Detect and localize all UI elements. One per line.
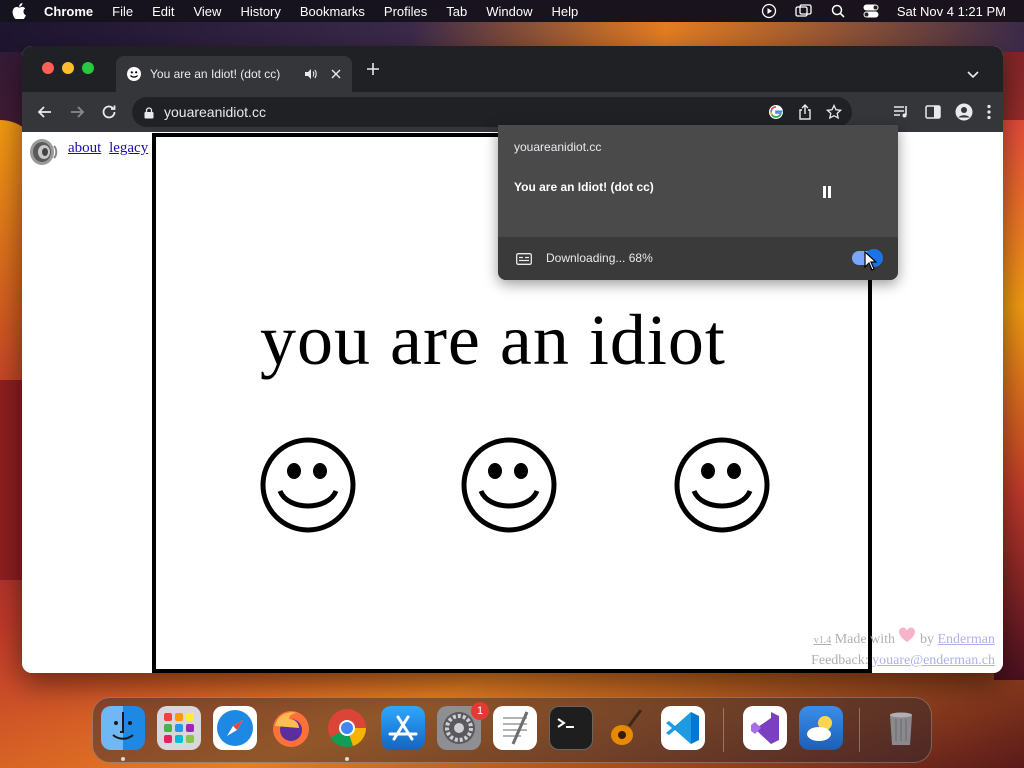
tab-strip: You are an Idiot! (dot cc) [22, 46, 1003, 92]
credits: v1.4 Made with by Enderman Feedback: you… [811, 627, 995, 671]
app-store-icon[interactable] [381, 706, 425, 750]
media-origin: youareanidiot.cc [514, 140, 602, 154]
chrome-icon[interactable] [325, 706, 369, 750]
menu-edit[interactable]: Edit [152, 4, 174, 19]
control-center-icon[interactable] [863, 4, 879, 18]
launchpad-icon[interactable] [157, 706, 201, 750]
made-with-text: Made with [834, 632, 895, 647]
smiley-favicon-icon [126, 66, 142, 82]
dock: 1 [92, 697, 932, 763]
firefox-icon[interactable] [269, 706, 313, 750]
back-arrow-icon[interactable] [36, 103, 54, 121]
menu-view[interactable]: View [193, 4, 221, 19]
tab-title: You are an Idiot! (dot cc) [150, 67, 281, 81]
media-popup-footer: Downloading... 68% [498, 237, 898, 280]
lock-icon[interactable] [144, 106, 154, 119]
feedback-email-link[interactable]: youare@enderman.ch [872, 653, 995, 668]
legacy-link[interactable]: legacy [109, 140, 148, 156]
media-controls-popup: youareanidiot.cc You are an Idiot! (dot … [498, 125, 898, 280]
dock-separator [859, 708, 860, 752]
reload-icon[interactable] [100, 103, 118, 121]
chrome-running-indicator [345, 757, 349, 761]
audio-playing-icon[interactable] [304, 67, 318, 81]
version-label[interactable]: v1.4 [814, 635, 832, 646]
garageband-icon[interactable] [605, 706, 649, 750]
author-link[interactable]: Enderman [937, 632, 995, 647]
menu-file[interactable]: File [112, 4, 133, 19]
play-icon[interactable] [761, 3, 777, 19]
menu-history[interactable]: History [240, 4, 280, 19]
tab-search-chevron-icon[interactable] [967, 66, 979, 84]
terminal-icon[interactable] [549, 706, 593, 750]
menu-app-name[interactable]: Chrome [44, 4, 93, 19]
weather-icon[interactable] [799, 706, 843, 750]
visual-studio-icon[interactable] [743, 706, 787, 750]
live-caption-icon [516, 253, 532, 268]
share-icon[interactable] [798, 104, 812, 123]
safari-icon[interactable] [213, 706, 257, 750]
menubar-clock[interactable]: Sat Nov 4 1:21 PM [897, 4, 1006, 19]
bookmark-star-icon[interactable] [825, 103, 843, 123]
spotlight-search-icon[interactable] [831, 4, 845, 18]
trash-icon[interactable] [879, 706, 923, 750]
address-bar[interactable]: youareanidiot.cc [132, 97, 852, 127]
minimize-window-button[interactable] [62, 62, 74, 74]
menu-bookmarks[interactable]: Bookmarks [300, 4, 365, 19]
apple-icon[interactable] [12, 3, 26, 19]
menu-profiles[interactable]: Profiles [384, 4, 427, 19]
profile-avatar-icon[interactable] [955, 103, 973, 126]
vscode-icon[interactable] [661, 706, 705, 750]
dock-separator [723, 708, 724, 752]
menu-tab[interactable]: Tab [446, 4, 467, 19]
kebab-menu-icon[interactable] [987, 104, 991, 125]
new-tab-button[interactable] [366, 62, 380, 77]
smiley-face-icon [674, 437, 770, 533]
side-panel-icon[interactable] [925, 104, 941, 125]
menu-help[interactable]: Help [552, 4, 579, 19]
media-controls-icon[interactable] [893, 104, 911, 125]
tab-close-icon[interactable] [330, 68, 342, 80]
system-settings-badge: 1 [471, 702, 489, 720]
smiley-face-icon [461, 437, 557, 533]
forward-arrow-icon[interactable] [68, 103, 86, 121]
menu-window[interactable]: Window [486, 4, 532, 19]
by-text: by [919, 632, 934, 647]
finder-running-indicator [121, 757, 125, 761]
heart-icon [898, 627, 916, 647]
speaker-icon[interactable] [28, 136, 62, 168]
mouse-cursor-icon [864, 250, 878, 276]
textedit-icon[interactable] [493, 706, 537, 750]
feedback-label: Feedback: [811, 653, 869, 668]
about-link[interactable]: about [68, 140, 101, 156]
close-window-button[interactable] [42, 62, 54, 74]
screen-mirroring-icon[interactable] [795, 4, 813, 18]
headline-text: you are an idiot [260, 300, 726, 380]
zoom-window-button[interactable] [82, 62, 94, 74]
download-status: Downloading... 68% [546, 251, 653, 265]
smiley-face-icon [260, 437, 356, 533]
menu-bar: Chrome File Edit View History Bookmarks … [0, 0, 1024, 22]
finder-icon[interactable] [101, 706, 145, 750]
tab-active[interactable]: You are an Idiot! (dot cc) [116, 56, 352, 92]
media-title: You are an Idiot! (dot cc) [514, 180, 654, 194]
pause-button[interactable] [822, 186, 832, 201]
url-text: youareanidiot.cc [164, 104, 266, 120]
google-lens-icon[interactable] [768, 104, 784, 123]
